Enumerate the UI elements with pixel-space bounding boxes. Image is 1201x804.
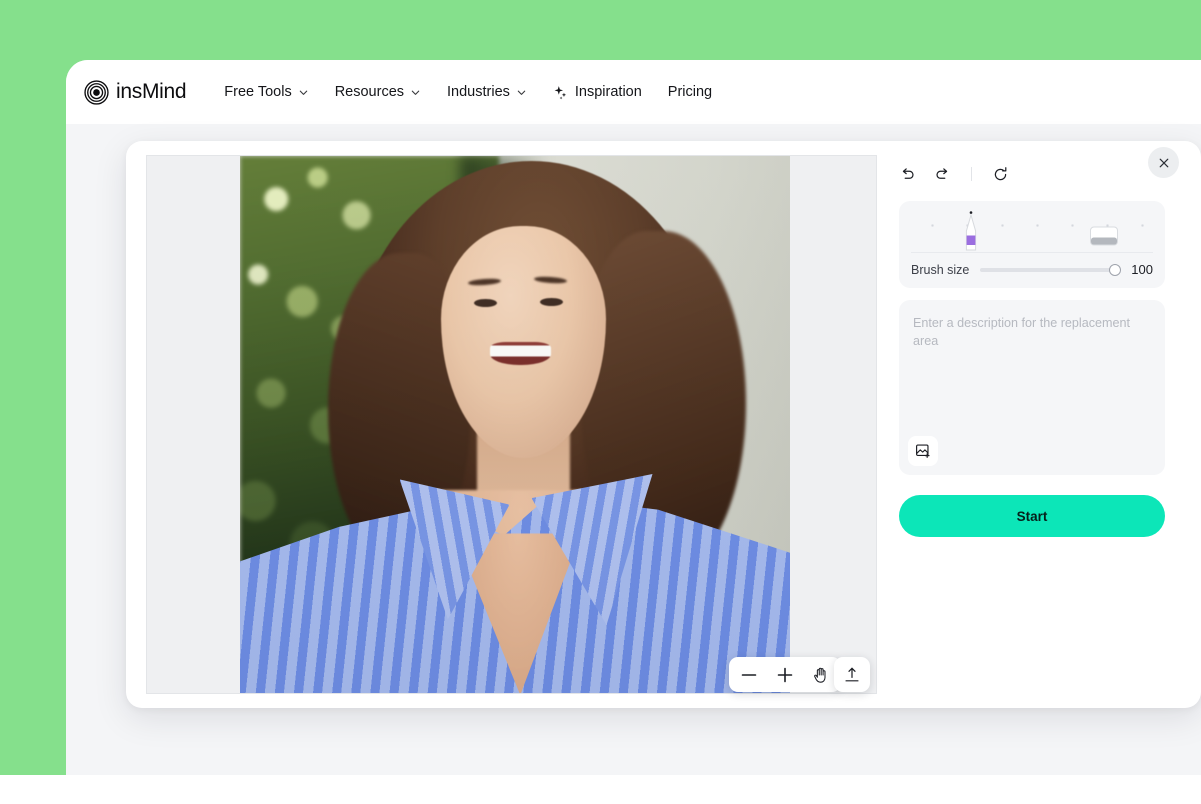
- brush-size-label: Brush size: [911, 262, 970, 277]
- nav-item-label: Pricing: [667, 84, 713, 100]
- brush-settings-card: Brush size 100: [899, 201, 1165, 288]
- canvas-photo[interactable]: [240, 156, 790, 693]
- brush-pen-icon[interactable]: [961, 210, 981, 252]
- upload-icon: [845, 667, 859, 681]
- redo-icon[interactable]: [934, 166, 951, 183]
- zoom-toolbar: [729, 657, 841, 692]
- nav-item-label: Industries: [447, 84, 510, 100]
- reset-icon[interactable]: [992, 166, 1009, 183]
- nav-item-label: Resources: [334, 84, 405, 100]
- top-navbar: insMind Free Tools Resources Industries: [66, 60, 1201, 124]
- sparkle-icon: [554, 85, 567, 99]
- brand-name: insMind: [116, 80, 187, 103]
- chevron-down-icon: [411, 90, 420, 95]
- nav-items: Free Tools Resources Industries Inspirat…: [224, 84, 712, 100]
- description-placeholder: Enter a description for the replacement …: [913, 316, 1131, 348]
- tool-selector-row: [911, 211, 1153, 253]
- hand-icon: [814, 667, 826, 683]
- add-image-button[interactable]: [908, 436, 938, 466]
- description-textarea-wrapper[interactable]: Enter a description for the replacement …: [899, 300, 1165, 475]
- nav-item-industries[interactable]: Industries: [447, 84, 527, 100]
- upload-image-button[interactable]: [834, 657, 870, 692]
- concentric-circles-logo-icon: [84, 79, 109, 105]
- photo-grain-overlay: [240, 156, 790, 693]
- brush-size-slider-handle[interactable]: [1109, 263, 1121, 276]
- history-toolbar: [899, 160, 1165, 188]
- close-icon: [1159, 158, 1168, 167]
- brush-size-row: Brush size 100: [911, 262, 1153, 277]
- brand-logo[interactable]: insMind: [84, 79, 187, 105]
- close-editor-button[interactable]: [1148, 147, 1179, 178]
- minus-icon: [741, 673, 757, 676]
- nav-item-label: Free Tools: [224, 84, 292, 100]
- undo-icon[interactable]: [899, 166, 916, 183]
- nav-item-resources[interactable]: Resources: [335, 84, 421, 100]
- editor-side-panel: Brush size 100 Enter a description for t…: [899, 160, 1165, 537]
- plus-icon: [777, 667, 793, 682]
- nav-item-inspiration[interactable]: Inspiration: [553, 84, 642, 100]
- add-image-icon: [916, 444, 930, 458]
- toolbar-divider: [971, 167, 972, 181]
- chevron-down-icon: [517, 90, 526, 95]
- chevron-down-icon: [299, 90, 307, 95]
- zoom-out-button[interactable]: [738, 664, 760, 686]
- nav-item-free-tools[interactable]: Free Tools: [224, 84, 308, 100]
- image-canvas[interactable]: [146, 155, 877, 694]
- start-button[interactable]: Start: [899, 495, 1165, 537]
- eraser-icon[interactable]: [1089, 225, 1119, 247]
- brush-size-slider[interactable]: [980, 263, 1121, 276]
- brush-size-value: 100: [1131, 262, 1153, 277]
- pan-tool-button[interactable]: [810, 664, 832, 686]
- nav-item-label: Inspiration: [574, 84, 642, 100]
- zoom-in-button[interactable]: [774, 664, 796, 686]
- nav-item-pricing[interactable]: Pricing: [668, 84, 712, 100]
